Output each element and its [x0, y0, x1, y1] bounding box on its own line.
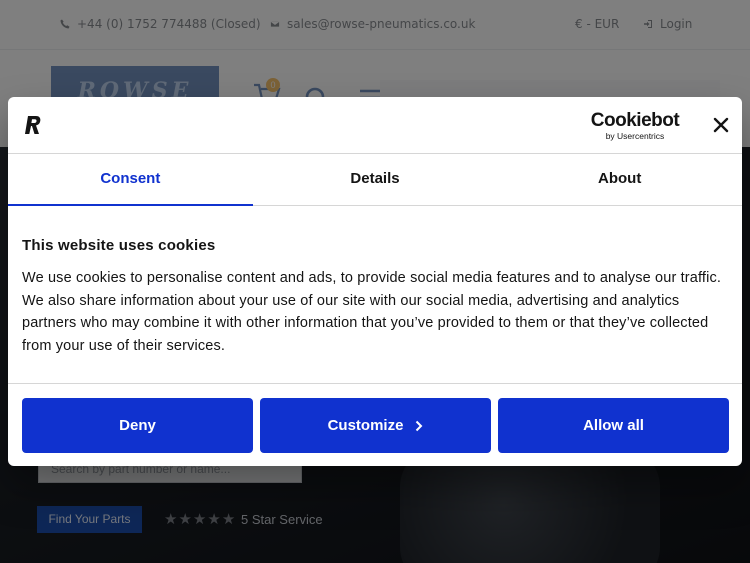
- dialog-tabs: Consent Details About: [8, 154, 742, 206]
- tab-consent[interactable]: Consent: [8, 154, 253, 206]
- site-brand-icon: [25, 116, 41, 134]
- cookie-consent-dialog: Cookiebot by Usercentrics Consent Detail…: [8, 97, 742, 466]
- dialog-footer: Deny Customize Allow all: [8, 383, 742, 466]
- deny-button[interactable]: Deny: [22, 398, 253, 453]
- dialog-header: Cookiebot by Usercentrics: [8, 97, 742, 154]
- dialog-heading: This website uses cookies: [22, 237, 216, 254]
- customize-button[interactable]: Customize: [260, 398, 491, 453]
- tab-details[interactable]: Details: [253, 154, 498, 205]
- customize-button-label: Customize: [327, 417, 404, 434]
- cookiebot-wordmark: Cookiebot: [590, 110, 680, 131]
- allow-all-button-label: Allow all: [583, 417, 644, 434]
- cookiebot-logo[interactable]: Cookiebot by Usercentrics: [585, 111, 685, 141]
- cookiebot-subtitle: by Usercentrics: [605, 131, 665, 141]
- chevron-right-icon: [416, 420, 423, 431]
- dialog-description: We use cookies to personalise content an…: [22, 270, 722, 354]
- dialog-body: This website uses cookies We use cookies…: [22, 237, 728, 357]
- close-icon[interactable]: [709, 113, 733, 137]
- deny-button-label: Deny: [119, 417, 156, 434]
- allow-all-button[interactable]: Allow all: [498, 398, 729, 453]
- tab-about[interactable]: About: [497, 154, 742, 205]
